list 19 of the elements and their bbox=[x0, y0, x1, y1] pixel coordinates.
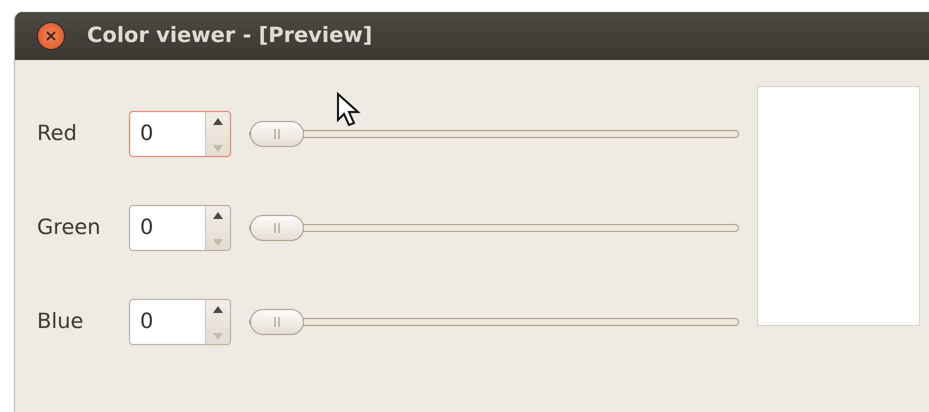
mouse-cursor-icon bbox=[336, 92, 362, 128]
channel-label: Green bbox=[37, 214, 102, 242]
slider-thumb[interactable] bbox=[250, 121, 304, 147]
up-arrow-icon[interactable] bbox=[213, 118, 223, 125]
up-arrow-icon[interactable] bbox=[213, 306, 223, 313]
spin-box[interactable]: 0 bbox=[129, 205, 231, 251]
channel-label: Blue bbox=[37, 308, 84, 336]
close-icon bbox=[45, 30, 57, 42]
down-arrow-icon[interactable] bbox=[213, 145, 223, 152]
spin-box[interactable]: 0 bbox=[129, 111, 231, 157]
slider-thumb[interactable] bbox=[250, 215, 304, 241]
close-button[interactable] bbox=[37, 22, 65, 50]
channel-label: Red bbox=[37, 120, 78, 148]
spin-box[interactable]: 0 bbox=[129, 299, 231, 345]
up-arrow-icon[interactable] bbox=[213, 212, 223, 219]
down-arrow-icon[interactable] bbox=[213, 239, 223, 246]
window-title: Color viewer - [Preview] bbox=[87, 22, 372, 50]
slider-thumb[interactable] bbox=[250, 309, 304, 335]
down-arrow-icon[interactable] bbox=[213, 333, 223, 340]
